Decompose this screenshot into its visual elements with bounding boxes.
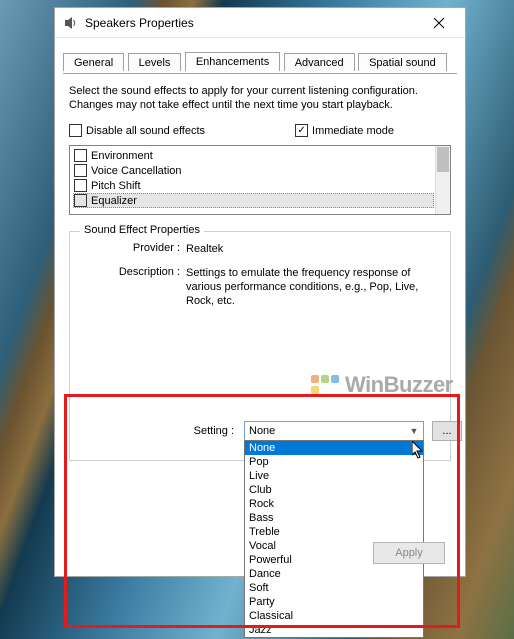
titlebar: Speakers Properties [55, 8, 465, 38]
list-item-equalizer: Equalizer [73, 193, 434, 208]
setting-more-button[interactable]: ... [432, 421, 462, 441]
chevron-down-icon: ▼ [407, 426, 421, 436]
dropdown-option[interactable]: Dance [245, 567, 423, 581]
description-value: Settings to emulate the frequency respon… [186, 266, 440, 308]
list-item: Environment [73, 148, 434, 163]
setting-combobox[interactable]: None ▼ [244, 421, 424, 441]
apply-button[interactable]: Apply [373, 542, 445, 564]
tab-advanced[interactable]: Advanced [284, 53, 355, 71]
dropdown-option[interactable]: Classical [245, 609, 423, 623]
checkbox-icon [69, 124, 82, 137]
speaker-icon [63, 15, 79, 31]
immediate-mode-checkbox[interactable]: ✓ Immediate mode [295, 124, 394, 137]
checkbox-icon [74, 164, 87, 177]
group-legend: Sound Effect Properties [80, 224, 204, 236]
dropdown-option[interactable]: Treble [245, 525, 423, 539]
list-item: Pitch Shift [73, 178, 434, 193]
dropdown-option[interactable]: Jazz [245, 623, 423, 637]
tab-strip: General Levels Enhancements Advanced Spa… [63, 52, 457, 74]
dropdown-option[interactable]: Club [245, 483, 423, 497]
window-title: Speakers Properties [85, 16, 419, 30]
dropdown-option[interactable]: Pop [245, 455, 423, 469]
immediate-mode-label: Immediate mode [312, 125, 394, 137]
effects-listbox[interactable]: Environment Voice Cancellation Pitch Shi… [69, 145, 451, 215]
provider-label: Provider : [80, 242, 186, 256]
dropdown-option[interactable]: Bass [245, 511, 423, 525]
setting-dropdown-list[interactable]: None Pop Live Club Rock Bass Treble Voca… [244, 440, 424, 638]
disable-all-effects-checkbox[interactable]: Disable all sound effects [69, 124, 205, 137]
intro-text: Select the sound effects to apply for yo… [69, 84, 451, 112]
close-button[interactable] [419, 9, 459, 37]
checkbox-icon [74, 149, 87, 162]
setting-selected-value: None [249, 425, 275, 437]
scrollbar-thumb[interactable] [437, 147, 449, 172]
dropdown-option[interactable]: Rock [245, 497, 423, 511]
dropdown-option[interactable]: Soft [245, 581, 423, 595]
scrollbar[interactable] [435, 146, 450, 214]
disable-all-label: Disable all sound effects [86, 125, 205, 137]
dropdown-option[interactable]: None [245, 441, 423, 455]
dropdown-option[interactable]: Live [245, 469, 423, 483]
dropdown-option[interactable]: Party [245, 595, 423, 609]
tab-levels[interactable]: Levels [128, 53, 182, 71]
checkbox-icon [74, 179, 87, 192]
setting-label: Setting : [154, 425, 236, 437]
list-item: Voice Cancellation [73, 163, 434, 178]
tab-spatial-sound[interactable]: Spatial sound [358, 53, 447, 71]
description-label: Description : [80, 266, 186, 308]
tab-enhancements[interactable]: Enhancements [185, 52, 280, 71]
provider-value: Realtek [186, 242, 440, 256]
desktop-wallpaper: Speakers Properties General Levels Enhan… [0, 0, 514, 639]
speakers-properties-window: Speakers Properties General Levels Enhan… [54, 7, 466, 577]
tab-general[interactable]: General [63, 53, 124, 71]
checkbox-icon [74, 194, 87, 207]
checkbox-icon: ✓ [295, 124, 308, 137]
